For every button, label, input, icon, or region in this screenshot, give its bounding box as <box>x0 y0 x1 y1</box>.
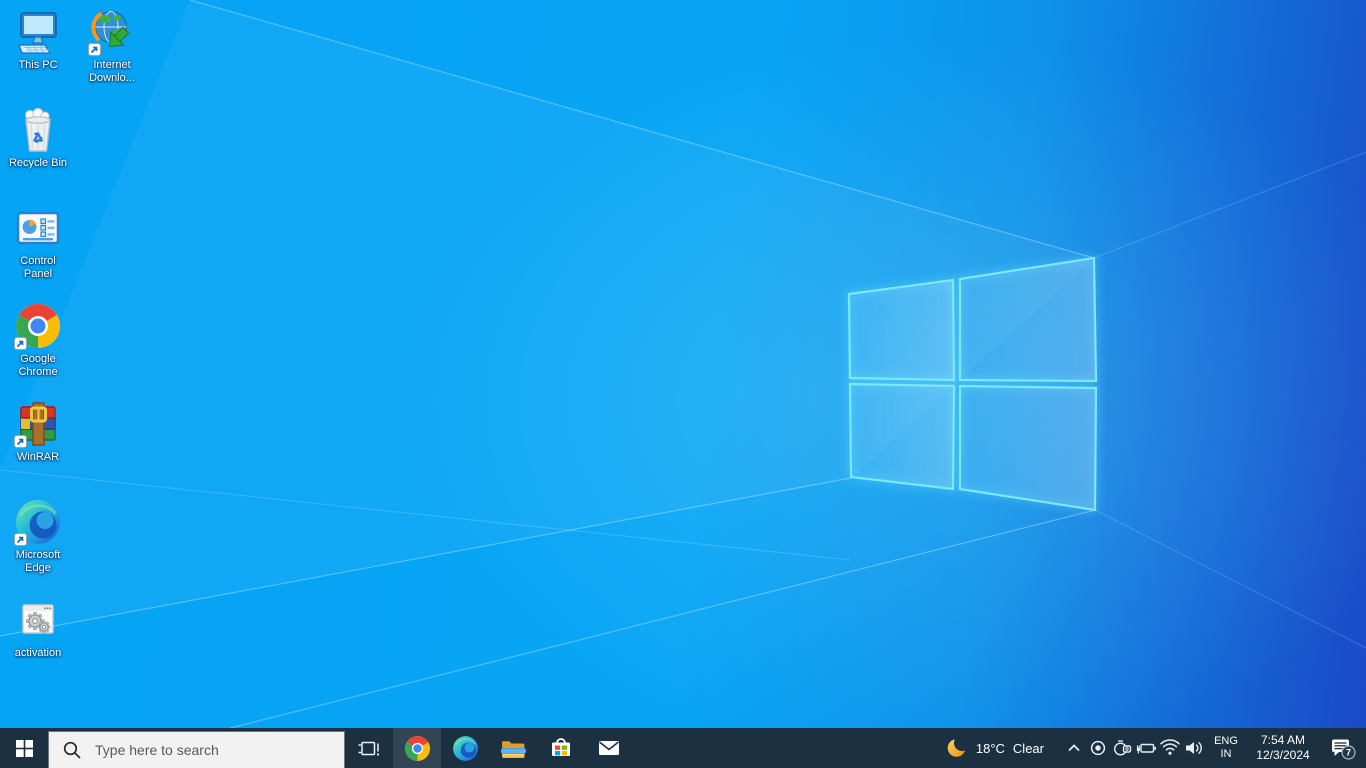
tray-network-button[interactable] <box>1158 728 1182 768</box>
weather-widget[interactable]: 18°C Clear <box>938 737 1052 759</box>
moon-icon <box>947 737 968 757</box>
weather-condition: Clear <box>1012 740 1044 756</box>
desktop-icon-control-panel[interactable]: Control Panel <box>0 204 76 281</box>
tray-volume-button[interactable] <box>1182 728 1206 768</box>
desktop-icon-label: Recycle Bin <box>8 157 68 169</box>
tray-meet-now-button[interactable] <box>1110 728 1134 768</box>
activation-icon <box>14 596 62 644</box>
taskbar-chrome-button[interactable] <box>393 728 441 768</box>
taskbar-search[interactable] <box>48 731 345 768</box>
desktop-icon-google-chrome[interactable]: Google Chrome <box>0 302 76 379</box>
desktop-icon-winrar[interactable]: WinRAR <box>0 400 76 464</box>
desktop-icon-this-pc[interactable]: This PC <box>0 8 76 72</box>
wifi-icon <box>1160 739 1180 755</box>
control-panel-icon <box>14 204 62 252</box>
desktop-icon-recycle-bin[interactable]: Recycle Bin <box>0 106 76 170</box>
desktop-icon-label: activation <box>14 647 62 659</box>
volume-icon <box>1186 742 1202 754</box>
windows-logo-wallpaper <box>0 0 1366 728</box>
mail-icon <box>599 741 619 755</box>
chrome-icon <box>14 302 62 350</box>
desktop-icon-label: Microsoft Edge <box>15 549 61 574</box>
shortcut-arrow-icon <box>14 533 27 546</box>
desktop-icon-label: Google Chrome <box>18 353 58 378</box>
record-dot-icon <box>1090 740 1106 756</box>
microsoft-store-icon <box>552 738 570 756</box>
edge-icon <box>452 735 479 762</box>
taskbar-mail-button[interactable] <box>585 728 633 768</box>
search-icon <box>63 741 81 759</box>
taskbar-store-button[interactable] <box>537 728 585 768</box>
edge-icon <box>14 498 62 546</box>
search-input[interactable] <box>93 741 317 759</box>
desktop-icon-label: This PC <box>18 59 58 71</box>
language-region: IN <box>1220 748 1232 760</box>
desktop-icon-label: WinRAR <box>16 451 60 463</box>
desktop-wallpaper: This PC Internet Downlo... Recycle Bin C… <box>0 0 1366 728</box>
desktop-icon-label: Control Panel <box>20 255 56 280</box>
system-tray: 18°C Clear ENG IN 7:54 AM 12/3/2024 7 <box>938 728 1366 768</box>
internet-download-manager-icon <box>88 8 136 56</box>
desktop-icon-microsoft-edge[interactable]: Microsoft Edge <box>0 498 76 575</box>
desktop-icon-label: Internet Downlo... <box>89 59 135 84</box>
start-button[interactable] <box>0 728 48 768</box>
clock-date: 12/3/2024 <box>1256 748 1310 762</box>
taskbar: 18°C Clear <box>0 728 1366 768</box>
tray-show-hidden-icons-button[interactable] <box>1062 728 1086 768</box>
taskbar-file-explorer-button[interactable] <box>489 728 537 768</box>
notification-icon: 7 <box>1332 739 1356 760</box>
action-center-button[interactable]: 7 <box>1320 737 1366 760</box>
shortcut-arrow-icon <box>14 435 27 448</box>
meet-now-icon <box>1113 740 1132 756</box>
this-pc-icon <box>14 8 62 56</box>
shortcut-arrow-icon <box>88 43 101 56</box>
windows-start-icon <box>15 739 33 757</box>
tray-record-dot-button[interactable] <box>1086 728 1110 768</box>
task-view-button[interactable] <box>345 728 393 768</box>
task-view-icon <box>358 741 380 756</box>
desktop-icon-activation[interactable]: activation <box>0 596 76 660</box>
chrome-icon <box>404 735 431 762</box>
taskbar-clock[interactable]: 7:54 AM 12/3/2024 <box>1246 733 1320 763</box>
taskbar-edge-button[interactable] <box>441 728 489 768</box>
tray-battery-button[interactable] <box>1134 728 1158 768</box>
winrar-icon <box>14 400 62 448</box>
file-explorer-icon <box>500 740 526 758</box>
clock-time: 7:54 AM <box>1260 733 1306 747</box>
weather-temperature: 18°C <box>975 740 1005 756</box>
battery-charging-icon <box>1136 743 1156 754</box>
desktop-icon-idm[interactable]: Internet Downlo... <box>74 8 150 85</box>
recycle-bin-icon <box>14 106 62 154</box>
chevron-up-icon <box>1068 744 1080 752</box>
shortcut-arrow-icon <box>14 337 27 350</box>
language-indicator[interactable]: ENG IN <box>1206 735 1246 761</box>
notification-count-badge: 7 <box>1346 747 1351 757</box>
language-code: ENG <box>1214 735 1238 747</box>
